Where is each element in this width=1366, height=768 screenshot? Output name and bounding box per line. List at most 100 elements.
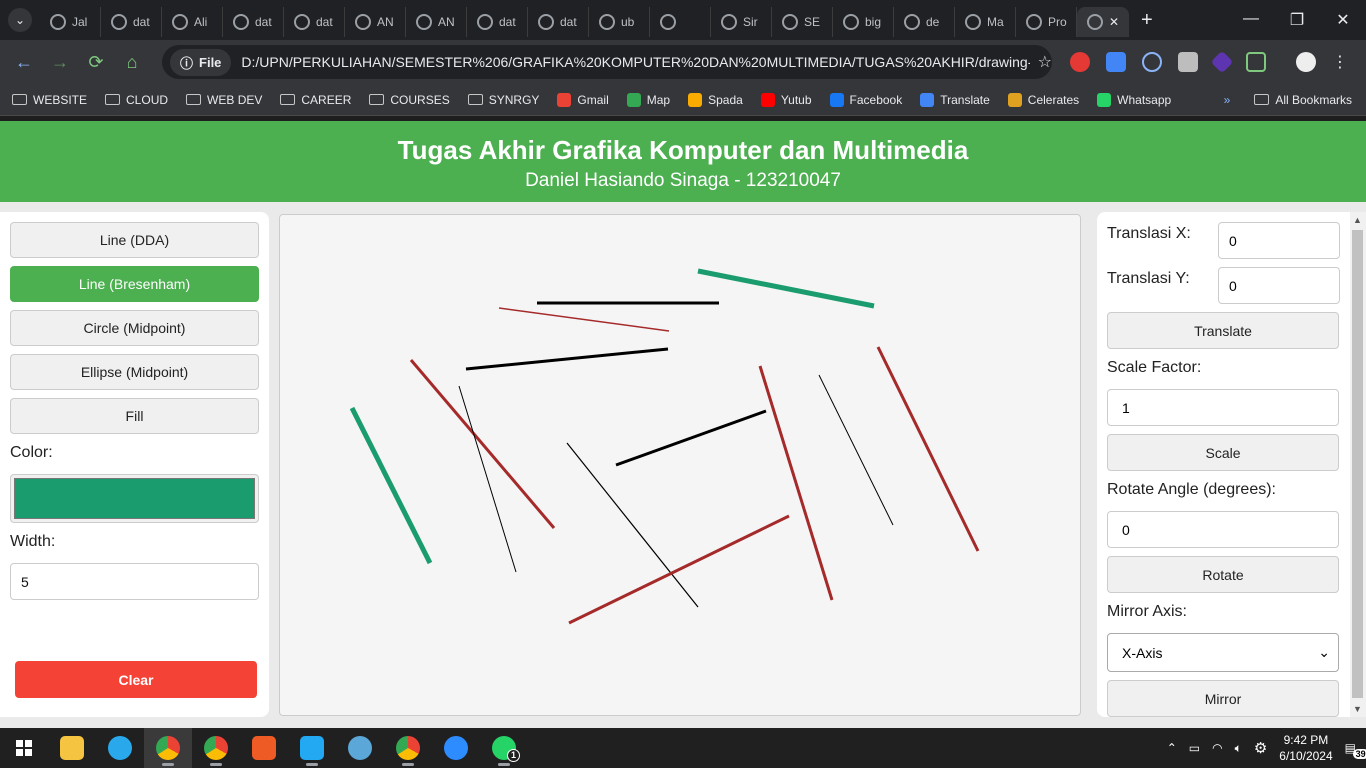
bookmark-item[interactable]: COURSES <box>369 93 450 107</box>
browser-tab[interactable]: dat <box>284 7 345 37</box>
telegram-app[interactable] <box>96 728 144 768</box>
browser-tab[interactable]: AN <box>345 7 406 37</box>
chrome-profile-2-app[interactable] <box>384 728 432 768</box>
chrome-profile-app[interactable] <box>192 728 240 768</box>
reload-button[interactable]: ⟳ <box>78 52 114 73</box>
color-picker[interactable] <box>10 474 259 523</box>
camera-icon[interactable] <box>1178 52 1198 72</box>
vscode-app[interactable] <box>288 728 336 768</box>
browser-tab[interactable]: Pro <box>1016 7 1077 37</box>
bookmark-item[interactable]: Spada <box>688 92 743 107</box>
mirror-button[interactable]: Mirror <box>1107 680 1339 717</box>
browser-tab[interactable]: Ma <box>955 7 1016 37</box>
browser-tab[interactable]: Sir <box>711 7 772 37</box>
address-bar[interactable]: ⓘ File D:/UPN/PERKULIAHAN/SEMESTER%206/GR… <box>162 45 1052 79</box>
bookmark-item[interactable]: Facebook <box>829 92 902 107</box>
start-button[interactable] <box>0 728 48 768</box>
bookmark-item[interactable]: SYNRGY <box>467 92 540 107</box>
bookmark-item[interactable]: Celerates <box>1007 92 1080 107</box>
browser-tab[interactable]: Ali <box>162 7 223 37</box>
circle-midpoint-button[interactable]: Circle (Midpoint) <box>10 310 259 346</box>
bookmark-item[interactable]: Whatsapp <box>1097 92 1171 107</box>
chrome-app[interactable] <box>144 728 192 768</box>
browser-tab[interactable]: dat <box>223 7 284 37</box>
drawing-canvas[interactable] <box>279 214 1081 716</box>
browser-tab[interactable]: Jal <box>40 7 101 37</box>
maps-app[interactable] <box>336 728 384 768</box>
line-dda-button[interactable]: Line (DDA) <box>10 222 259 258</box>
back-button[interactable]: ← <box>6 52 42 73</box>
browser-tab[interactable]: dat <box>528 7 589 37</box>
fill-button[interactable]: Fill <box>10 398 259 434</box>
browser-tab[interactable]: dat <box>467 7 528 37</box>
clock[interactable]: 9:42 PM 6/10/2024 <box>1279 732 1332 764</box>
page-scrollbar[interactable]: ▲ ▼ <box>1350 212 1366 717</box>
all-bookmarks-button[interactable]: All Bookmarks <box>1254 93 1352 107</box>
notification-icon[interactable]: ▤ 39 <box>1345 741 1366 759</box>
chevron-up-icon[interactable]: ⌃ <box>1167 741 1177 755</box>
volume-icon[interactable]: 🔈︎ <box>1235 741 1242 756</box>
mirror-axis-select[interactable]: X-Axis ⌄ <box>1107 633 1339 672</box>
minimize-button[interactable]: — <box>1228 10 1274 30</box>
translate-button[interactable]: Translate <box>1107 312 1339 349</box>
metamask-icon[interactable] <box>1210 50 1234 74</box>
menu-dots-icon[interactable]: ⋮ <box>1332 52 1348 72</box>
postman-app[interactable] <box>240 728 288 768</box>
clear-button[interactable]: Clear <box>15 661 257 698</box>
bookmark-item[interactable]: Gmail <box>557 92 609 107</box>
more-bookmarks-button[interactable]: » <box>1224 93 1231 107</box>
site-info-chip[interactable]: ⓘ File <box>170 48 232 76</box>
forward-button[interactable]: → <box>42 52 78 73</box>
translate-y-input[interactable]: 0 <box>1218 267 1340 304</box>
close-tab-icon[interactable]: ✕ <box>1109 15 1119 29</box>
scrollbar-thumb[interactable] <box>1352 230 1363 698</box>
browser-tab[interactable]: AN <box>406 7 467 37</box>
home-button[interactable]: ⌂ <box>114 52 150 73</box>
adblock-icon[interactable] <box>1070 52 1090 72</box>
browser-tab[interactable] <box>650 7 711 37</box>
bookmark-star-icon[interactable]: ☆ <box>1038 52 1052 72</box>
tab-search-button[interactable]: ⌄ <box>8 8 32 32</box>
rotate-angle-input[interactable]: 0 <box>1107 511 1339 548</box>
browser-tab[interactable]: dat <box>101 7 162 37</box>
whatsapp-app[interactable]: 1 <box>480 728 528 768</box>
extensions-icon[interactable] <box>1246 52 1266 72</box>
profile-avatar[interactable] <box>1296 52 1316 72</box>
translate-ext-icon[interactable] <box>1106 52 1126 72</box>
bookmark-item[interactable]: Yutub <box>760 92 812 107</box>
tab-active[interactable]: ✕ <box>1077 7 1129 37</box>
ellipse-midpoint-button[interactable]: Ellipse (Midpoint) <box>10 354 259 390</box>
browser-tab[interactable]: SE <box>772 7 833 37</box>
bookmark-item[interactable]: CAREER <box>280 93 351 107</box>
scale-factor-input[interactable]: 1 <box>1107 389 1339 426</box>
file-explorer-app[interactable] <box>48 728 96 768</box>
settings-gear-icon[interactable]: ⚙ <box>1254 739 1267 757</box>
bookmark-label: Celerates <box>1027 92 1080 107</box>
link-icon[interactable] <box>1142 52 1162 72</box>
scroll-up-icon[interactable]: ▲ <box>1353 215 1362 225</box>
bookmark-label: SYNRGY <box>488 92 540 107</box>
rotate-button[interactable]: Rotate <box>1107 556 1339 593</box>
tab-favicon-icon <box>660 14 676 30</box>
url-text[interactable]: D:/UPN/PERKULIAHAN/SEMESTER%206/GRAFIKA%… <box>241 54 1029 70</box>
bookmark-item[interactable]: WEB DEV <box>186 93 262 107</box>
new-tab-button[interactable]: + <box>1141 9 1153 32</box>
wifi-icon[interactable]: ◠ <box>1212 741 1222 755</box>
bookmark-item[interactable]: CLOUD <box>105 93 168 107</box>
scroll-down-icon[interactable]: ▼ <box>1353 704 1362 714</box>
battery-icon[interactable]: ▭ <box>1189 741 1200 755</box>
close-window-button[interactable]: ✕ <box>1320 10 1366 30</box>
bookmark-item[interactable]: Map <box>626 92 670 107</box>
scale-button[interactable]: Scale <box>1107 434 1339 471</box>
line-bresenham-button[interactable]: Line (Bresenham) <box>10 266 259 302</box>
restore-button[interactable]: ❐ <box>1274 10 1320 30</box>
translate-x-input[interactable]: 0 <box>1218 222 1340 259</box>
browser-tab[interactable]: big <box>833 7 894 37</box>
width-input[interactable]: 5 <box>10 563 259 600</box>
browser-tab[interactable]: ub <box>589 7 650 37</box>
zoom-app[interactable] <box>432 728 480 768</box>
tab-label: dat <box>499 15 516 29</box>
browser-tab[interactable]: de <box>894 7 955 37</box>
bookmark-item[interactable]: Translate <box>920 92 990 107</box>
bookmark-item[interactable]: WEBSITE <box>12 93 87 107</box>
